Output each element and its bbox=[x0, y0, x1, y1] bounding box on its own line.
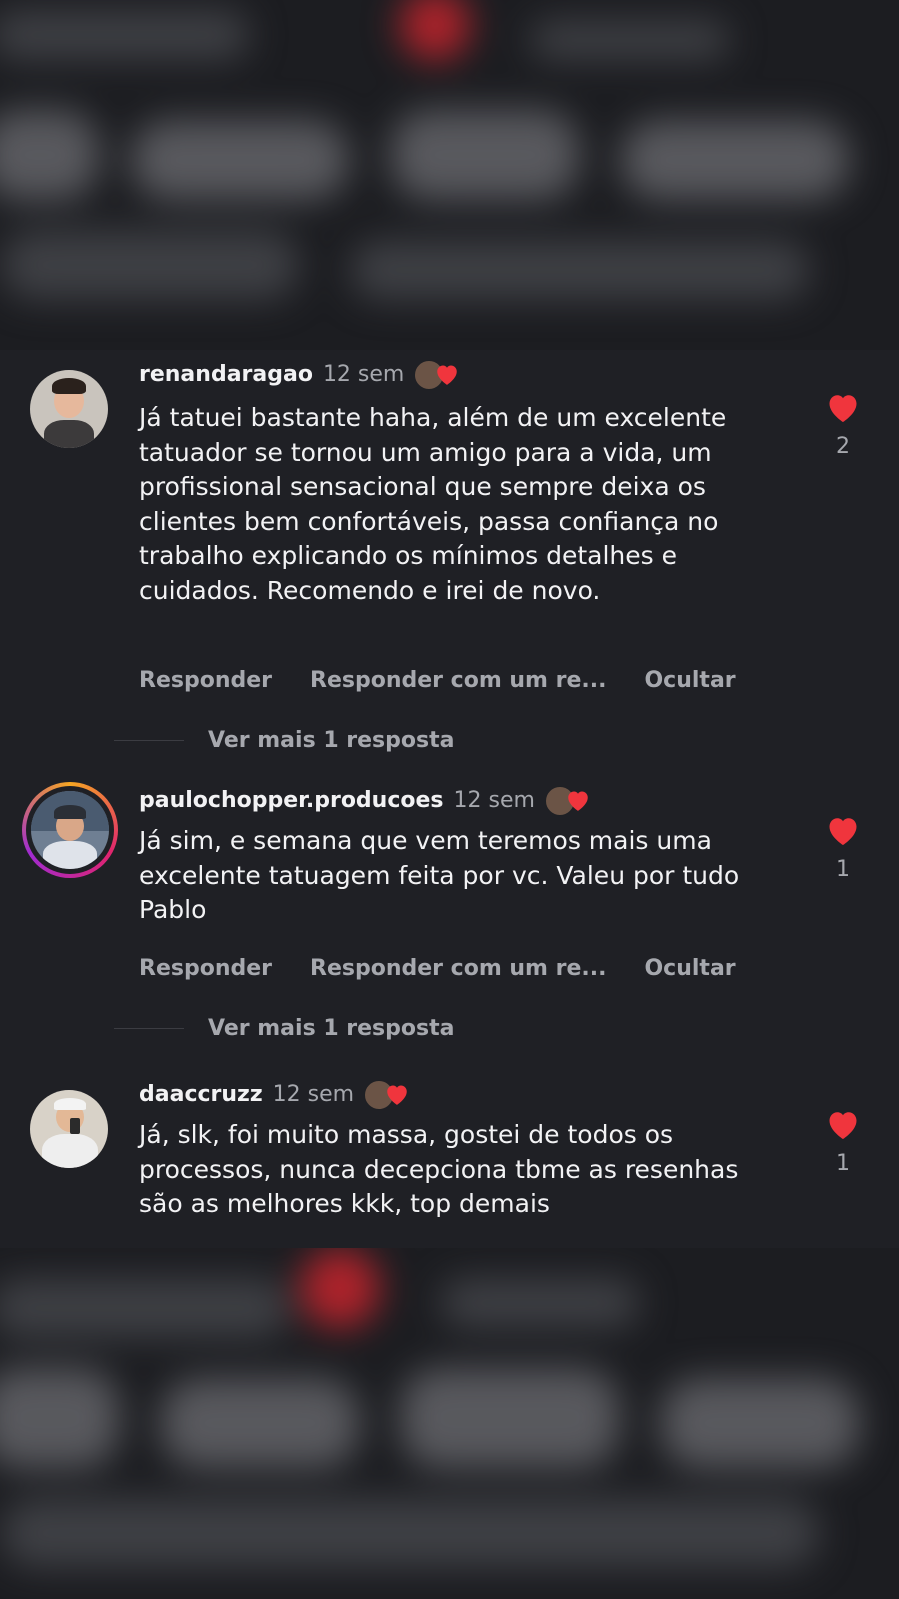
replies-divider bbox=[114, 1028, 184, 1029]
comment-time: 12 sem bbox=[453, 787, 535, 813]
view-replies-button[interactable]: Ver mais 1 resposta bbox=[114, 728, 454, 753]
hide-button[interactable]: Ocultar bbox=[644, 668, 735, 693]
comment-text: Já sim, e semana que vem teremos mais um… bbox=[139, 826, 740, 924]
comment-username[interactable]: renandaragao bbox=[139, 362, 313, 387]
heart-icon[interactable] bbox=[825, 813, 861, 847]
heart-icon[interactable] bbox=[825, 390, 861, 424]
creator-liked-heart-icon bbox=[387, 1085, 407, 1105]
hide-button[interactable]: Ocultar bbox=[644, 956, 735, 981]
comments-panel: renandaragao 12 sem Já tatuei bastante h… bbox=[0, 350, 899, 1248]
comment-username[interactable]: paulochopper.producoes bbox=[139, 788, 444, 813]
avatar[interactable] bbox=[30, 370, 108, 448]
comment-text: Já tatuei bastante haha, além de um exce… bbox=[139, 403, 727, 605]
blurred-background-top bbox=[0, 0, 899, 350]
reply-button[interactable]: Responder bbox=[139, 668, 272, 693]
blurred-background-bottom bbox=[0, 1248, 899, 1599]
view-replies-label: Ver mais 1 resposta bbox=[208, 1016, 455, 1041]
comment-text: Já, slk, foi muito massa, gostei de todo… bbox=[139, 1120, 739, 1218]
creator-liked-badge bbox=[544, 784, 595, 816]
like-count: 2 bbox=[836, 434, 850, 459]
reply-with-button[interactable]: Responder com um re... bbox=[310, 956, 606, 981]
comment-time: 12 sem bbox=[272, 1081, 355, 1107]
reply-button[interactable]: Responder bbox=[139, 956, 272, 981]
heart-icon[interactable] bbox=[825, 1107, 861, 1141]
avatar[interactable] bbox=[30, 1090, 108, 1168]
replies-divider bbox=[114, 740, 184, 741]
like-count: 1 bbox=[836, 857, 850, 882]
creator-liked-heart-icon bbox=[568, 791, 588, 811]
view-replies-button[interactable]: Ver mais 1 resposta bbox=[114, 1016, 454, 1041]
comment-username[interactable]: daaccruzz bbox=[139, 1082, 263, 1107]
creator-liked-badge bbox=[414, 358, 464, 390]
creator-liked-badge bbox=[364, 1078, 414, 1110]
avatar[interactable] bbox=[22, 782, 118, 878]
reply-with-button[interactable]: Responder com um re... bbox=[310, 668, 606, 693]
creator-liked-heart-icon bbox=[437, 365, 458, 385]
like-count: 1 bbox=[836, 1151, 850, 1176]
view-replies-label: Ver mais 1 resposta bbox=[208, 728, 455, 753]
comment-time: 12 sem bbox=[322, 361, 405, 387]
